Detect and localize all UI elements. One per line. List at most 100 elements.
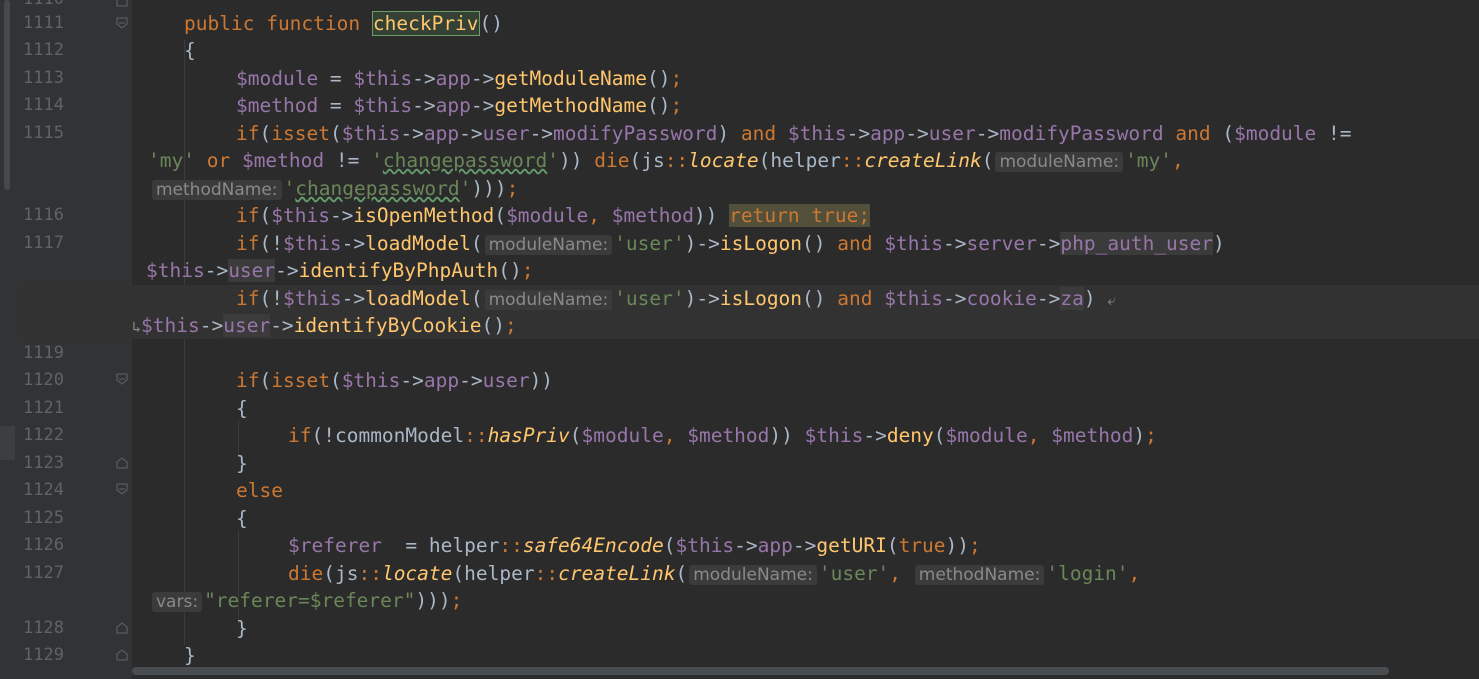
param-hint: moduleName: bbox=[484, 235, 613, 255]
soft-wrap-icon: ⤶ bbox=[1107, 291, 1116, 309]
line-number: 1128 bbox=[23, 618, 64, 638]
code-line: $method = $this->app->getMethodName(); bbox=[236, 94, 683, 117]
line-number: 1111 bbox=[23, 13, 64, 33]
fold-start-icon[interactable] bbox=[115, 16, 129, 32]
code-token: user bbox=[482, 122, 530, 145]
code-token: $this bbox=[146, 259, 205, 282]
code-token: 'user' bbox=[614, 232, 685, 255]
code-line: { bbox=[236, 397, 248, 420]
code-token: $method bbox=[1051, 424, 1134, 447]
horizontal-scrollbar[interactable] bbox=[132, 667, 1389, 675]
line-number: 1124 bbox=[23, 480, 64, 500]
code-token: and bbox=[837, 232, 873, 255]
fold-start-icon[interactable] bbox=[115, 482, 129, 498]
code-token: getModuleName bbox=[494, 67, 647, 90]
code-token: isset bbox=[271, 369, 330, 392]
code-token: :: bbox=[499, 534, 523, 557]
code-token: ' bbox=[371, 149, 383, 172]
code-token: ; bbox=[450, 589, 463, 612]
code-token: ' bbox=[283, 177, 296, 200]
code-token: $referer bbox=[288, 534, 382, 557]
code-token: $this bbox=[675, 534, 735, 557]
code-line: public function checkPriv() bbox=[184, 11, 504, 36]
code-token: isLogon bbox=[719, 232, 803, 255]
code-token: else bbox=[236, 479, 283, 502]
code-token: if bbox=[236, 287, 260, 310]
code-token: $method bbox=[236, 94, 319, 117]
code-token: ' bbox=[547, 149, 559, 172]
param-hint: methodName: bbox=[152, 180, 282, 200]
code-token: ; bbox=[969, 534, 981, 557]
line-number: 1129 bbox=[23, 645, 64, 665]
code-token: modifyPassword bbox=[553, 122, 718, 145]
code-token: , bbox=[588, 204, 600, 227]
code-token: za bbox=[1060, 287, 1084, 310]
soft-wrap-icon: ↳ bbox=[132, 318, 142, 336]
code-token: locate bbox=[688, 149, 759, 172]
code-token: changepassword bbox=[382, 149, 548, 172]
param-hint: moduleName: bbox=[689, 565, 817, 585]
code-token: $method bbox=[687, 424, 770, 447]
code-token: $this bbox=[141, 314, 200, 337]
fold-end-icon[interactable] bbox=[115, 621, 129, 637]
code-token: if bbox=[236, 122, 260, 145]
code-token: commonModel bbox=[334, 424, 465, 447]
code-token: $module bbox=[1234, 122, 1317, 145]
line-number: 1126 bbox=[23, 535, 64, 555]
code-token: js bbox=[641, 149, 665, 172]
code-token: 'my' bbox=[148, 149, 195, 172]
code-token: , bbox=[663, 424, 676, 447]
code-line: die(js::locate(helper::createLink(module… bbox=[288, 562, 1141, 585]
code-token: die bbox=[288, 562, 324, 585]
code-token: $module bbox=[506, 204, 589, 227]
param-hint: moduleName: bbox=[484, 290, 613, 310]
fold-end-icon[interactable] bbox=[115, 648, 129, 664]
code-editor[interactable]: 1110 1111 1112 1113 1114 1115 1116 1117 … bbox=[0, 0, 1479, 679]
vertical-scrollbar-thumb[interactable] bbox=[4, 0, 10, 190]
code-line: } bbox=[184, 644, 196, 667]
code-token: $module bbox=[236, 67, 319, 90]
code-token: modifyPassword bbox=[999, 122, 1164, 145]
code-token: $this bbox=[804, 424, 864, 447]
code-token: app bbox=[435, 94, 471, 117]
code-token: ' bbox=[459, 177, 472, 200]
code-token: $method bbox=[611, 204, 694, 227]
code-token: ; bbox=[521, 259, 534, 282]
code-token: $method bbox=[241, 149, 325, 172]
line-number: 1120 bbox=[23, 370, 64, 390]
line-number: 1117 bbox=[23, 233, 64, 253]
code-token: loadModel bbox=[365, 232, 471, 255]
code-token: server bbox=[966, 232, 1037, 255]
code-token: hasPriv bbox=[487, 424, 570, 447]
code-token: :: bbox=[534, 562, 559, 585]
code-token: php_auth_user bbox=[1060, 232, 1214, 255]
line-number-gutter: 1110 1111 1112 1113 1114 1115 1116 1117 … bbox=[15, 0, 132, 679]
code-token: getURI bbox=[816, 534, 887, 557]
line-number: 1122 bbox=[23, 425, 64, 445]
code-token: , bbox=[1128, 562, 1141, 585]
code-line-current: if(!$this->loadModel(moduleName:'user')-… bbox=[18, 285, 1479, 312]
code-area[interactable]: public function checkPriv() { $module = … bbox=[18, 0, 1479, 679]
code-line: } bbox=[236, 617, 248, 640]
code-token: $this bbox=[271, 204, 330, 227]
code-token: $this bbox=[282, 287, 342, 310]
fold-end-icon[interactable] bbox=[115, 456, 129, 472]
code-token: public bbox=[184, 12, 255, 35]
code-token: isOpenMethod bbox=[353, 204, 495, 227]
code-token: js bbox=[334, 562, 359, 585]
code-token: if bbox=[236, 204, 260, 227]
line-number: 1113 bbox=[23, 68, 64, 88]
fold-end-icon[interactable] bbox=[115, 0, 129, 10]
code-token: and bbox=[837, 287, 873, 310]
code-line: $module = $this->app->getModuleName(); bbox=[236, 67, 683, 90]
code-token: , bbox=[1027, 424, 1040, 447]
code-line: if(isset($this->app->user)) bbox=[236, 369, 554, 392]
code-token: app bbox=[423, 369, 460, 392]
code-token: ; bbox=[670, 67, 683, 90]
code-line: if($this->isOpenMethod($module, $method)… bbox=[236, 204, 871, 227]
code-line: $referer = helper::safe64Encode($this->a… bbox=[288, 534, 981, 557]
code-line: if(isset($this->app->user->modifyPasswor… bbox=[236, 122, 1352, 145]
fold-start-icon[interactable] bbox=[115, 372, 129, 388]
code-token: true bbox=[811, 204, 859, 227]
code-token: user bbox=[482, 369, 530, 392]
